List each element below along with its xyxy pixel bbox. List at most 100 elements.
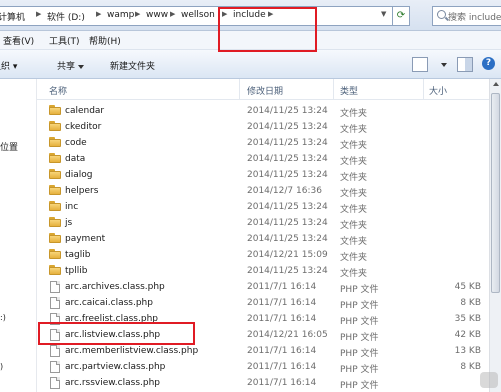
file-date: 2014/12/21 16:05 [247,330,328,340]
list-item[interactable]: data 2014/11/25 13:24 文件夹 [37,151,489,167]
breadcrumb-computer[interactable]: 计算机 [0,10,25,23]
list-item[interactable]: ckeditor 2014/11/25 13:24 文件夹 [37,119,489,135]
file-name: arc.archives.class.php [65,282,165,292]
file-type: PHP 文件 [340,365,379,375]
folder-icon [49,121,61,131]
organize-button[interactable]: 组织 ▾ [0,59,17,72]
file-date: 2011/7/1 16:14 [247,362,317,372]
list-item[interactable]: dialog 2014/11/25 13:24 文件夹 [37,167,489,183]
file-date: 2014/11/25 13:24 [247,154,328,164]
list-item[interactable]: helpers 2014/12/7 16:36 文件夹 [37,183,489,199]
help-icon[interactable]: ? [482,57,495,70]
breadcrumb-drive-d[interactable]: 软件 (D:) [47,10,85,23]
file-name: js [65,218,73,228]
list-item[interactable]: calendar 2014/11/25 13:24 文件夹 [37,103,489,119]
folder-icon [49,201,61,211]
address-bar: 计算机 ▶ 软件 (D:) ▶ wamp ▶ www ▶ wellson ▶ i… [0,0,501,31]
list-item[interactable]: js 2014/11/25 13:24 文件夹 [37,215,489,231]
file-date: 2014/11/25 13:24 [247,122,328,132]
preview-pane-icon[interactable] [457,57,473,72]
menu-tools[interactable]: 工具(T) [49,34,80,47]
breadcrumb-wamp[interactable]: wamp [107,10,134,20]
file-name: arc.partview.class.php [65,362,166,372]
list-item[interactable]: code 2014/11/25 13:24 文件夹 [37,135,489,151]
column-divider[interactable] [423,79,424,99]
file-name: payment [65,234,106,244]
list-item[interactable]: payment 2014/11/25 13:24 文件夹 [37,231,489,247]
file-date: 2011/7/1 16:14 [247,298,317,308]
nav-fragment: :) [0,313,6,322]
navigation-pane: 位置 :) ) [0,79,37,392]
breadcrumb-separator-icon[interactable]: ▶ [96,10,101,18]
column-date[interactable]: 修改日期 [247,84,283,97]
file-icon [50,361,60,373]
file-date: 2011/7/1 16:14 [247,282,317,292]
refresh-icon[interactable]: ⟳ [392,6,410,26]
menu-help[interactable]: 帮助(H) [89,34,121,47]
search-placeholder: 搜索 include [448,13,501,23]
file-date: 2011/7/1 16:14 [247,378,317,388]
file-size: 13 KB [454,346,481,356]
file-date: 2014/11/25 13:24 [247,170,328,180]
file-type: 文件夹 [340,141,368,151]
share-button[interactable]: 共享 [57,59,85,72]
file-name: arc.memberlistview.class.php [65,346,199,356]
address-field[interactable]: 计算机 ▶ 软件 (D:) ▶ wamp ▶ www ▶ wellson ▶ i… [0,6,393,26]
list-item[interactable]: arc.partview.class.php 2011/7/1 16:14 PHP … [37,359,489,375]
menu-view[interactable]: 查看(V) [3,34,34,47]
column-divider[interactable] [333,79,334,99]
list-item[interactable]: taglib 2014/12/21 15:09 文件夹 [37,247,489,263]
file-icon [50,345,60,357]
vertical-scrollbar[interactable] [489,79,501,392]
watermark-logo [480,372,498,388]
file-name: tpllib [65,266,88,276]
file-name: arc.freelist.class.php [65,314,158,324]
file-name: data [65,154,86,164]
breadcrumb-wellson[interactable]: wellson [181,10,215,20]
breadcrumb-separator-icon[interactable]: ▶ [135,10,140,18]
view-dropdown-icon[interactable] [441,63,447,67]
file-date: 2011/7/1 16:14 [247,314,317,324]
scroll-up-icon[interactable] [493,82,499,86]
scroll-thumb[interactable] [491,93,500,293]
nav-item-location[interactable]: 位置 [0,140,18,153]
folder-icon [49,217,61,227]
file-type: PHP 文件 [340,285,379,295]
column-size[interactable]: 大小 [429,84,447,97]
breadcrumb-separator-icon[interactable]: ▶ [36,10,41,18]
file-date: 2014/11/25 13:24 [247,202,328,212]
list-item[interactable]: tpllib 2014/11/25 13:24 文件夹 [37,263,489,279]
list-item[interactable]: arc.listview.class.php 2014/12/21 16:05 PH… [37,327,489,343]
list-item[interactable]: inc 2014/11/25 13:24 文件夹 [37,199,489,215]
file-name: helpers [65,186,99,196]
breadcrumb-separator-icon[interactable]: ▶ [170,10,175,18]
file-type: 文件夹 [340,173,368,183]
list-item[interactable]: arc.memberlistview.class.php 2011/7/1 16:… [37,343,489,359]
file-icon [50,297,60,309]
column-type[interactable]: 类型 [340,84,358,97]
breadcrumb-www[interactable]: www [146,10,168,20]
breadcrumb-separator-icon[interactable]: ▶ [268,10,273,18]
list-item[interactable]: arc.rssview.class.php 2011/7/1 16:14 PHP 文… [37,375,489,391]
file-date: 2014/11/25 13:24 [247,138,328,148]
list-item[interactable]: arc.archives.class.php 2011/7/1 16:14 PHP … [37,279,489,295]
address-dropdown-icon[interactable]: ▼ [381,10,386,18]
list-item[interactable]: arc.caicai.class.php 2011/7/1 16:14 PHP 文件… [37,295,489,311]
list-item[interactable]: arc.freelist.class.php 2011/7/1 16:14 PHP … [37,311,489,327]
share-label: 共享 [57,62,76,72]
file-type: 文件夹 [340,269,368,279]
file-date: 2014/11/25 13:24 [247,234,328,244]
column-divider[interactable] [239,79,240,99]
file-date: 2014/11/25 13:24 [247,106,328,116]
folder-icon [49,233,61,243]
column-name[interactable]: 名称 [49,84,67,97]
breadcrumb-separator-icon[interactable]: ▶ [222,10,227,18]
file-date: 2011/7/1 16:14 [247,346,317,356]
file-date: 2014/11/25 13:24 [247,266,328,276]
new-folder-button[interactable]: 新建文件夹 [110,59,155,72]
file-type: PHP 文件 [340,317,379,327]
view-options-icon[interactable] [412,57,428,72]
breadcrumb-include[interactable]: include [233,10,266,20]
file-name: arc.caicai.class.php [65,298,153,308]
search-input[interactable]: 搜索 include [432,6,501,26]
